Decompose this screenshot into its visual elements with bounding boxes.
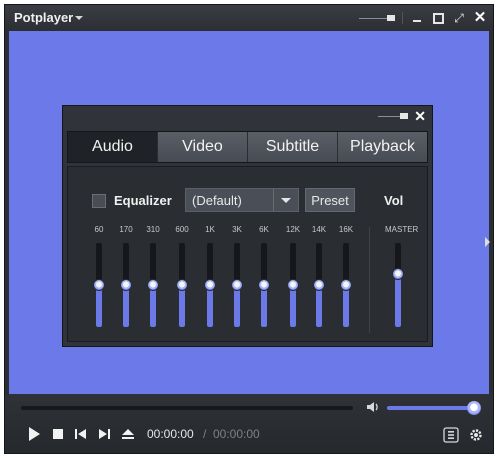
play-icon[interactable] bbox=[25, 425, 43, 443]
eq-band-thumb[interactable] bbox=[93, 279, 105, 291]
video-area[interactable]: ✕ Audio Video Subtitle Playback Equalize… bbox=[9, 31, 490, 394]
eq-band-thumb[interactable] bbox=[287, 279, 299, 291]
eq-band-label: 170 bbox=[119, 225, 133, 234]
eq-band-label: 1K bbox=[205, 225, 215, 234]
playlist-icon[interactable] bbox=[443, 427, 459, 443]
eq-band-fill bbox=[290, 285, 296, 327]
eject-icon[interactable] bbox=[119, 425, 137, 443]
player-window: Potplayer ⤢ ✕ ✕ Audio Video Subtitle Pla… bbox=[4, 4, 494, 454]
volume-bar[interactable] bbox=[387, 406, 477, 410]
maximize-icon[interactable] bbox=[431, 11, 445, 25]
divider bbox=[369, 227, 370, 333]
master-thumb[interactable] bbox=[392, 268, 404, 280]
equalizer-panel: Equalizer (Default) Preset Vol 60 170 310 6… bbox=[67, 166, 428, 342]
eq-band-fill bbox=[343, 285, 349, 327]
side-panel-toggle-icon[interactable] bbox=[485, 237, 490, 247]
eq-band-fill bbox=[316, 285, 322, 327]
eq-band-label: 6K bbox=[259, 225, 269, 234]
equalizer-checkbox[interactable] bbox=[92, 194, 106, 208]
seek-bar[interactable] bbox=[21, 406, 353, 410]
eq-band-label: 600 bbox=[175, 225, 189, 234]
eq-band-fill bbox=[150, 285, 156, 327]
tab-playback[interactable]: Playback bbox=[337, 132, 427, 162]
previous-icon[interactable] bbox=[72, 425, 90, 443]
minimize-icon[interactable] bbox=[410, 11, 424, 25]
eq-band-label: 60 bbox=[94, 225, 104, 234]
chevron-down-icon[interactable] bbox=[273, 189, 298, 211]
dialog-controls: ✕ bbox=[378, 109, 426, 123]
eq-band-thumb[interactable] bbox=[258, 279, 270, 291]
app-menu-title[interactable]: Potplayer bbox=[14, 10, 73, 25]
eq-band-thumb[interactable] bbox=[176, 279, 188, 291]
eq-band-label: 3K bbox=[232, 225, 242, 234]
master-label: MASTER bbox=[385, 225, 419, 234]
close-icon[interactable]: ✕ bbox=[414, 109, 426, 123]
eq-band-thumb[interactable] bbox=[120, 279, 132, 291]
eq-band-label: 310 bbox=[146, 225, 160, 234]
eq-band-thumb[interactable] bbox=[204, 279, 216, 291]
duration-time: 00:00:00 bbox=[213, 427, 260, 441]
equalizer-label: Equalizer bbox=[114, 193, 172, 208]
preset-select[interactable]: (Default) bbox=[185, 188, 299, 212]
close-icon[interactable]: ✕ bbox=[473, 10, 487, 25]
next-icon[interactable] bbox=[95, 425, 113, 443]
eq-band-thumb[interactable] bbox=[340, 279, 352, 291]
eq-band-thumb[interactable] bbox=[313, 279, 325, 291]
eq-band-fill bbox=[261, 285, 267, 327]
time-separator: / bbox=[203, 427, 207, 441]
preset-select-value: (Default) bbox=[192, 193, 242, 208]
eq-band-fill bbox=[96, 285, 102, 327]
current-time: 00:00:00 bbox=[147, 427, 194, 441]
speaker-icon[interactable] bbox=[365, 399, 381, 415]
opacity-slider[interactable] bbox=[359, 11, 395, 25]
preset-button[interactable]: Preset bbox=[305, 188, 355, 212]
fullscreen-icon[interactable]: ⤢ bbox=[452, 11, 466, 25]
vol-label: Vol bbox=[384, 193, 404, 208]
dialog-opacity-slider[interactable] bbox=[378, 110, 409, 122]
eq-band-label: 16K bbox=[338, 225, 354, 234]
tab-subtitle[interactable]: Subtitle bbox=[247, 132, 337, 162]
master-track[interactable] bbox=[395, 243, 401, 327]
eq-band-label: 14K bbox=[311, 225, 327, 234]
stop-icon[interactable] bbox=[49, 425, 67, 443]
dropdown-caret-icon[interactable] bbox=[75, 16, 83, 20]
dialog-tabs: Audio Video Subtitle Playback bbox=[67, 131, 428, 163]
audio-settings-dialog: ✕ Audio Video Subtitle Playback Equalize… bbox=[62, 105, 433, 347]
settings-icon[interactable] bbox=[468, 427, 484, 443]
tab-audio[interactable]: Audio bbox=[68, 132, 157, 162]
eq-band-fill bbox=[207, 285, 213, 327]
window-controls: ⤢ ✕ bbox=[359, 10, 487, 26]
eq-band-thumb[interactable] bbox=[231, 279, 243, 291]
divider bbox=[402, 12, 403, 24]
control-bar: 00:00:00 / 00:00:00 bbox=[5, 394, 493, 453]
title-bar[interactable]: Potplayer ⤢ ✕ bbox=[5, 5, 493, 31]
master-fill bbox=[395, 274, 401, 327]
eq-band-fill bbox=[179, 285, 185, 327]
tab-video[interactable]: Video bbox=[157, 132, 247, 162]
eq-band-fill bbox=[234, 285, 240, 327]
eq-band-fill bbox=[123, 285, 129, 327]
eq-band-label: 12K bbox=[285, 225, 301, 234]
volume-thumb[interactable] bbox=[467, 401, 481, 415]
eq-band-thumb[interactable] bbox=[147, 279, 159, 291]
